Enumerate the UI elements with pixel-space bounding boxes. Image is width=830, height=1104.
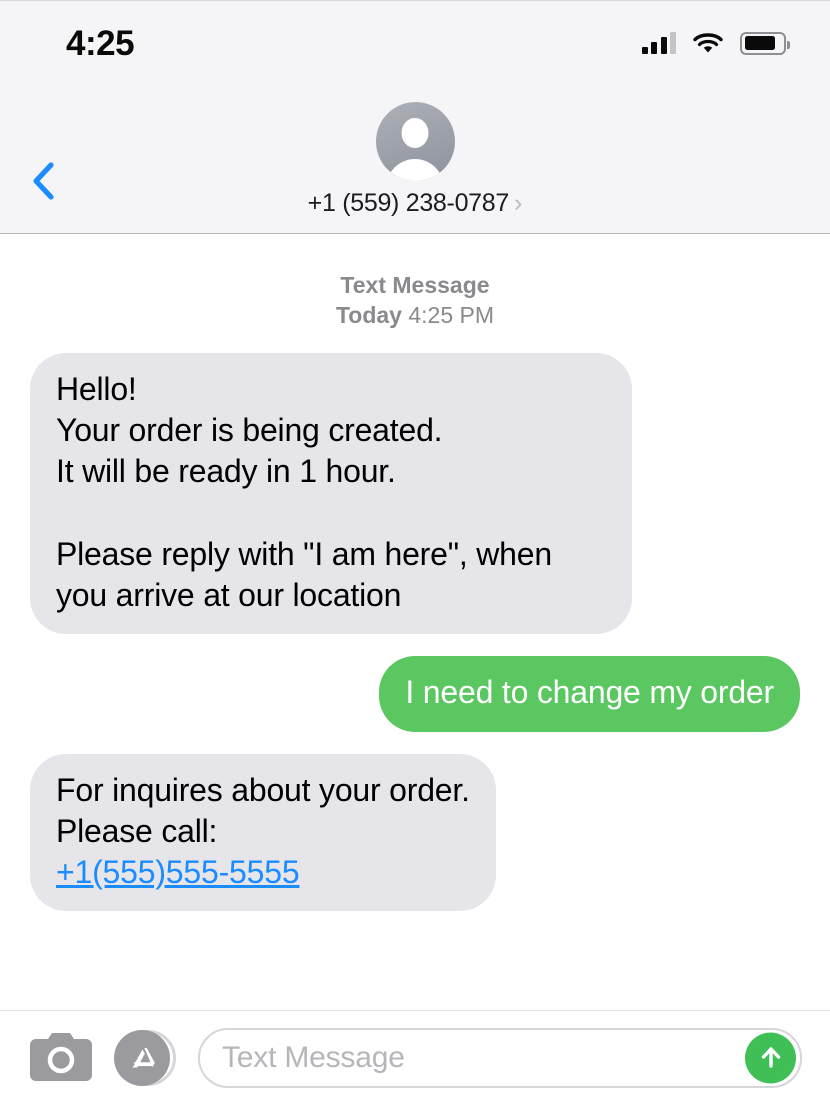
camera-button[interactable]	[30, 1032, 92, 1083]
navigation-bar: +1 (559) 238-0787 ›	[0, 85, 830, 234]
message-bubble-outgoing[interactable]: I need to change my order	[379, 656, 822, 732]
message-day-label: Today	[335, 302, 402, 329]
camera-icon	[30, 1032, 92, 1081]
person-avatar-icon	[375, 102, 455, 181]
chevron-right-icon: ›	[513, 189, 523, 217]
message-date-label: Today 4:25 PM	[0, 300, 830, 330]
message-row: I need to change my order	[0, 656, 830, 732]
message-time-label: 4:25 PM	[408, 302, 495, 329]
conversation-header: 4:25 +1 (559) 238-0787 ›	[0, 1, 830, 234]
message-row: For inquires about your order. Please ca…	[0, 753, 830, 912]
message-input-bar: Text Message	[0, 1010, 830, 1104]
message-text-field[interactable]: Text Message	[198, 1027, 802, 1088]
contact-phone-number: +1 (559) 238-0787	[307, 189, 510, 217]
cellular-signal-icon	[641, 32, 676, 54]
messages-app-screen: 4:25 +1 (559) 238-0787 › Text Message To…	[0, 0, 830, 1104]
message-text: For inquires about your order. Please ca…	[56, 771, 470, 849]
wifi-icon	[693, 32, 723, 54]
message-bubble-incoming[interactable]: Hello! Your order is being created. It w…	[8, 352, 632, 635]
message-list[interactable]: Text Message Today 4:25 PM Hello! Your o…	[0, 234, 830, 1010]
message-timestamp-header: Text Message Today 4:25 PM	[0, 270, 830, 331]
message-bubble-incoming[interactable]: For inquires about your order. Please ca…	[8, 753, 496, 912]
status-bar-icons	[641, 31, 790, 55]
app-store-icon	[114, 1029, 170, 1086]
contact-header-button[interactable]: +1 (559) 238-0787 ›	[0, 102, 830, 218]
contact-name-row: +1 (559) 238-0787 ›	[308, 189, 523, 218]
status-bar: 4:25	[0, 1, 830, 85]
send-button[interactable]	[745, 1032, 796, 1083]
send-arrow-up-icon	[761, 1047, 780, 1068]
battery-icon	[740, 31, 790, 55]
message-input-placeholder: Text Message	[222, 1040, 405, 1074]
phone-number-link[interactable]: +1(555)555-5555	[56, 854, 300, 890]
message-service-label: Text Message	[340, 272, 490, 298]
message-row: Hello! Your order is being created. It w…	[0, 352, 830, 635]
app-store-button[interactable]	[114, 1027, 176, 1089]
status-bar-clock: 4:25	[66, 23, 135, 63]
